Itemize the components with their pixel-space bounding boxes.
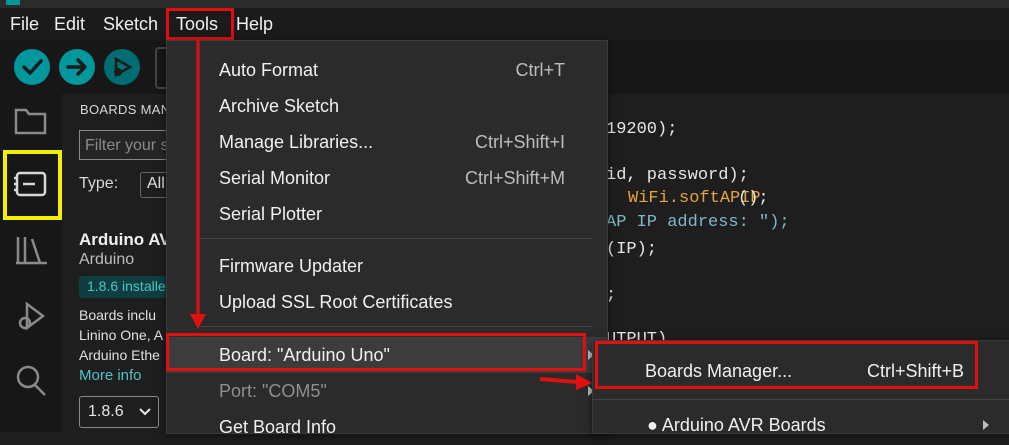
arrowhead-icon xyxy=(190,314,206,329)
annotation-arrows xyxy=(190,40,592,390)
annotation-arrow-right xyxy=(539,377,579,384)
arrowhead-icon xyxy=(576,374,592,390)
